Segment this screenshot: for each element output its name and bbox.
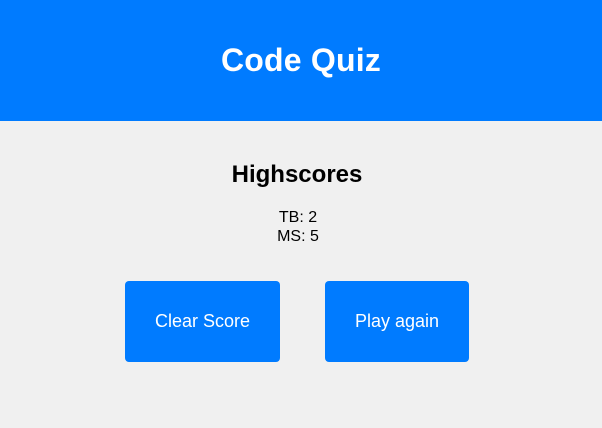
app-header: Code Quiz (0, 0, 602, 121)
highscores-title: Highscores (231, 161, 363, 188)
app-title: Code Quiz (220, 42, 382, 78)
highscores-panel: Highscores TB: 2 MS: 5 Clear Score Play … (0, 121, 602, 428)
highscores-list: TB: 2 MS: 5 (0, 208, 596, 246)
highscore-entry: MS: 5 (277, 228, 319, 245)
clear-score-button[interactable]: Clear Score (125, 281, 280, 362)
highscore-entry: TB: 2 (278, 209, 318, 226)
play-again-button[interactable]: Play again (325, 281, 469, 362)
